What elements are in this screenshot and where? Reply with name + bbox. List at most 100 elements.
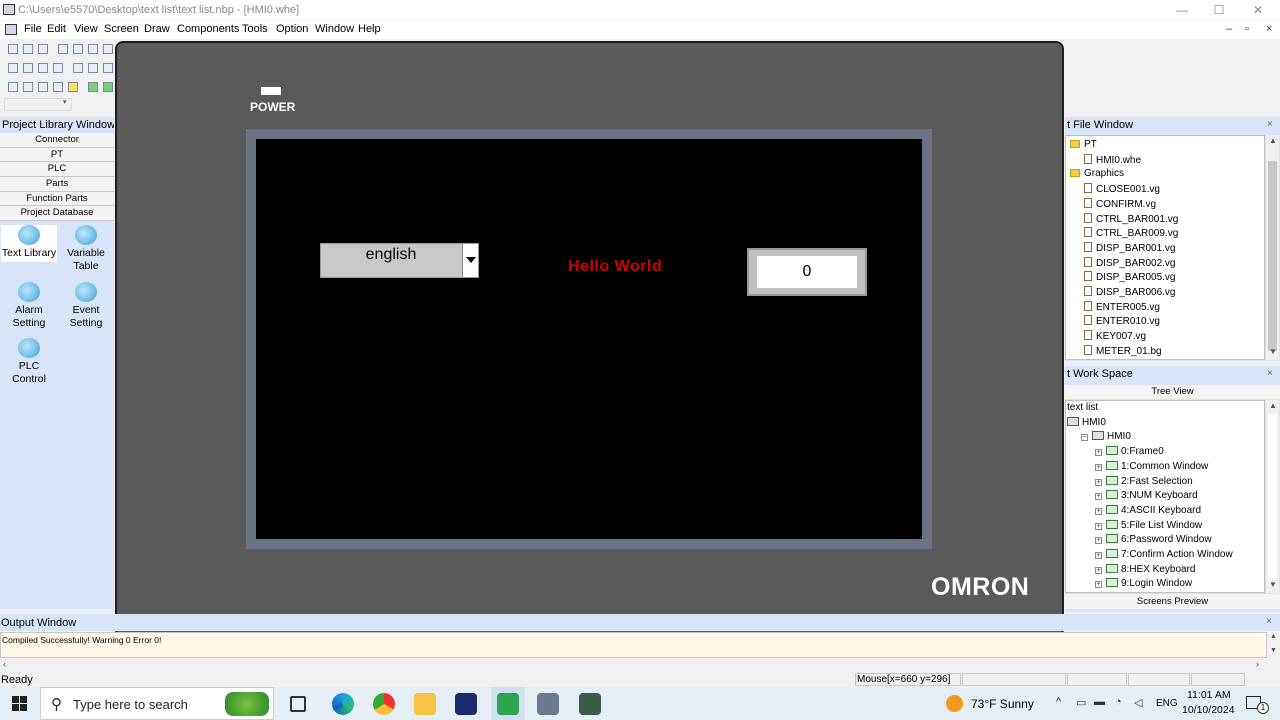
close-panel-icon[interactable]: ×	[1267, 119, 1273, 130]
save-icon[interactable]	[38, 44, 48, 54]
distribute-h-icon[interactable]	[73, 63, 83, 73]
tree-file[interactable]: HMI0.whe	[1084, 153, 1141, 168]
scroll-up-icon[interactable]: ▲	[1270, 633, 1277, 640]
collapse-icon[interactable]: −	[1081, 434, 1088, 442]
tree-file[interactable]: DISP_BAR002.vg	[1084, 256, 1176, 271]
menu-components[interactable]: Components	[177, 23, 239, 35]
library-item-alarm-setting[interactable]: Alarm Setting	[1, 282, 57, 330]
tree-file[interactable]: CLOSE001.vg	[1084, 183, 1160, 197]
cut-icon[interactable]	[58, 44, 68, 54]
scroll-thumb[interactable]	[1268, 161, 1277, 351]
nb-designer-icon[interactable]	[455, 693, 477, 715]
section-project-database[interactable]: Project Database	[0, 206, 114, 222]
paste-icon[interactable]	[88, 44, 98, 54]
expand-icon[interactable]: +	[1095, 522, 1102, 530]
tree-file[interactable]: KEY007.vg	[1084, 330, 1146, 344]
zoom-select[interactable]: ▾	[4, 98, 72, 111]
clock-date[interactable]: 10/10/2024	[1182, 704, 1235, 716]
scroll-right-icon[interactable]: ›	[1256, 659, 1259, 669]
align-bottom-icon[interactable]	[53, 63, 63, 73]
section-pt[interactable]: PT	[0, 147, 114, 163]
tree-screen-item[interactable]: +9:Login Window	[1095, 578, 1192, 592]
align-top-icon[interactable]	[38, 63, 48, 73]
library-item-plc-control[interactable]: PLC Control	[1, 338, 57, 386]
battery-icon[interactable]: ▬	[1094, 696, 1105, 708]
taskbar-search-box[interactable]: ⚲ Type here to search	[40, 687, 274, 720]
tree-node[interactable]: − HMI0	[1081, 431, 1131, 445]
expand-icon[interactable]: +	[1095, 507, 1102, 515]
section-function-parts[interactable]: Function Parts	[0, 191, 114, 207]
menu-help[interactable]: Help	[358, 23, 381, 35]
mdi-close-button[interactable]: ×	[1266, 23, 1272, 35]
network-app-icon[interactable]	[537, 693, 559, 715]
same-size-icon[interactable]	[103, 63, 113, 73]
expand-icon[interactable]: +	[1095, 463, 1102, 471]
simulator-icon[interactable]	[579, 693, 601, 715]
hello-world-label[interactable]: Hello World	[568, 258, 662, 276]
minimize-button[interactable]: —	[1172, 2, 1192, 18]
lock-icon[interactable]	[68, 82, 78, 92]
expand-icon[interactable]: +	[1095, 566, 1102, 574]
tree-file[interactable]: CTRL_BAR009.vg	[1084, 227, 1178, 241]
distribute-v-icon[interactable]	[88, 63, 98, 73]
copy-icon[interactable]	[73, 44, 83, 54]
scroll-up-icon[interactable]: ▲	[1269, 401, 1277, 410]
tree-file[interactable]: CTRL_BAR001.vg	[1084, 212, 1178, 227]
close-output-icon[interactable]: ×	[1266, 616, 1272, 627]
tree-screen-item[interactable]: +4:ASCII Keyboard	[1095, 504, 1201, 519]
tree-file[interactable]: ENTER010.vg	[1084, 315, 1160, 329]
tree-screen-item[interactable]: +2:Fast Selection	[1095, 475, 1193, 490]
tree-file[interactable]: DISP_BAR005.vg	[1084, 271, 1176, 285]
file-tree-scrollbar[interactable]: ▲ ▼	[1265, 135, 1279, 360]
mdi-restore-button[interactable]: ▫	[1245, 23, 1249, 35]
compile-icon[interactable]	[88, 82, 98, 92]
menu-view[interactable]: View	[74, 23, 98, 35]
hmi-screen[interactable]	[256, 139, 922, 539]
edge-browser-icon[interactable]	[332, 693, 354, 715]
menu-screen[interactable]: Screen	[104, 23, 139, 35]
tree-screen-item[interactable]: +6:Password Window	[1095, 534, 1212, 548]
weather-sun-icon[interactable]	[946, 695, 963, 712]
tree-file[interactable]: ENTER005.vg	[1084, 300, 1160, 315]
tree-file[interactable]: DISP_BAR001.vg	[1084, 241, 1176, 256]
numeric-display[interactable]: 0	[747, 248, 867, 296]
output-scrollbar[interactable]: ▲ ▼	[1267, 632, 1280, 658]
align-left-icon[interactable]	[8, 63, 18, 73]
expand-icon[interactable]: +	[1095, 552, 1102, 559]
grid-icon[interactable]	[23, 82, 33, 92]
simulate-icon[interactable]	[103, 82, 113, 92]
scroll-down-icon[interactable]: ▼	[1270, 647, 1277, 654]
horizontal-scrollbar[interactable]: ‹ ›	[0, 658, 1280, 672]
scroll-up-icon[interactable]: ▲	[1269, 136, 1277, 145]
workspace-tree-scrollbar[interactable]: ▲ ▼	[1265, 400, 1279, 593]
section-parts[interactable]: Parts	[0, 177, 114, 192]
table-icon[interactable]	[38, 82, 48, 92]
file-explorer-icon[interactable]	[414, 693, 436, 715]
tree-screen-item[interactable]: +3:NUM Keyboard	[1095, 490, 1198, 504]
new-icon[interactable]	[8, 44, 18, 54]
mdi-minimize-button[interactable]: –	[1226, 23, 1232, 35]
maximize-button[interactable]: ☐	[1209, 2, 1229, 18]
scroll-down-icon[interactable]: ▼	[1269, 347, 1277, 356]
tree-file[interactable]: METER_01.bg	[1084, 344, 1162, 359]
expand-icon[interactable]: +	[1095, 493, 1102, 501]
weather-text[interactable]: 73°F Sunny	[971, 697, 1034, 711]
tree-file[interactable]: CONFIRM.vg	[1084, 197, 1156, 212]
expand-icon[interactable]: +	[1095, 449, 1102, 457]
close-button[interactable]: ✕	[1248, 2, 1268, 18]
menu-edit[interactable]: Edit	[47, 23, 66, 35]
scroll-down-icon[interactable]: ▼	[1269, 580, 1277, 589]
chrome-browser-icon[interactable]	[373, 693, 395, 715]
menu-draw[interactable]: Draw	[144, 23, 170, 35]
tree-folder[interactable]: PT	[1070, 139, 1097, 153]
network-icon[interactable]: ▭	[1076, 696, 1086, 709]
tree-screen-item[interactable]: +8:HEX Keyboard	[1095, 563, 1196, 578]
expand-icon[interactable]: +	[1095, 478, 1102, 486]
library-item-event-setting[interactable]: Event Setting	[58, 282, 114, 330]
tree-screen-item[interactable]: +0:Frame0	[1095, 446, 1164, 460]
expand-icon[interactable]: +	[1095, 581, 1102, 589]
align-right-icon[interactable]	[23, 63, 33, 73]
library-item-variable-table[interactable]: Variable Table	[58, 225, 114, 273]
section-plc[interactable]: PLC	[0, 162, 114, 178]
menu-option[interactable]: Option	[276, 23, 308, 35]
